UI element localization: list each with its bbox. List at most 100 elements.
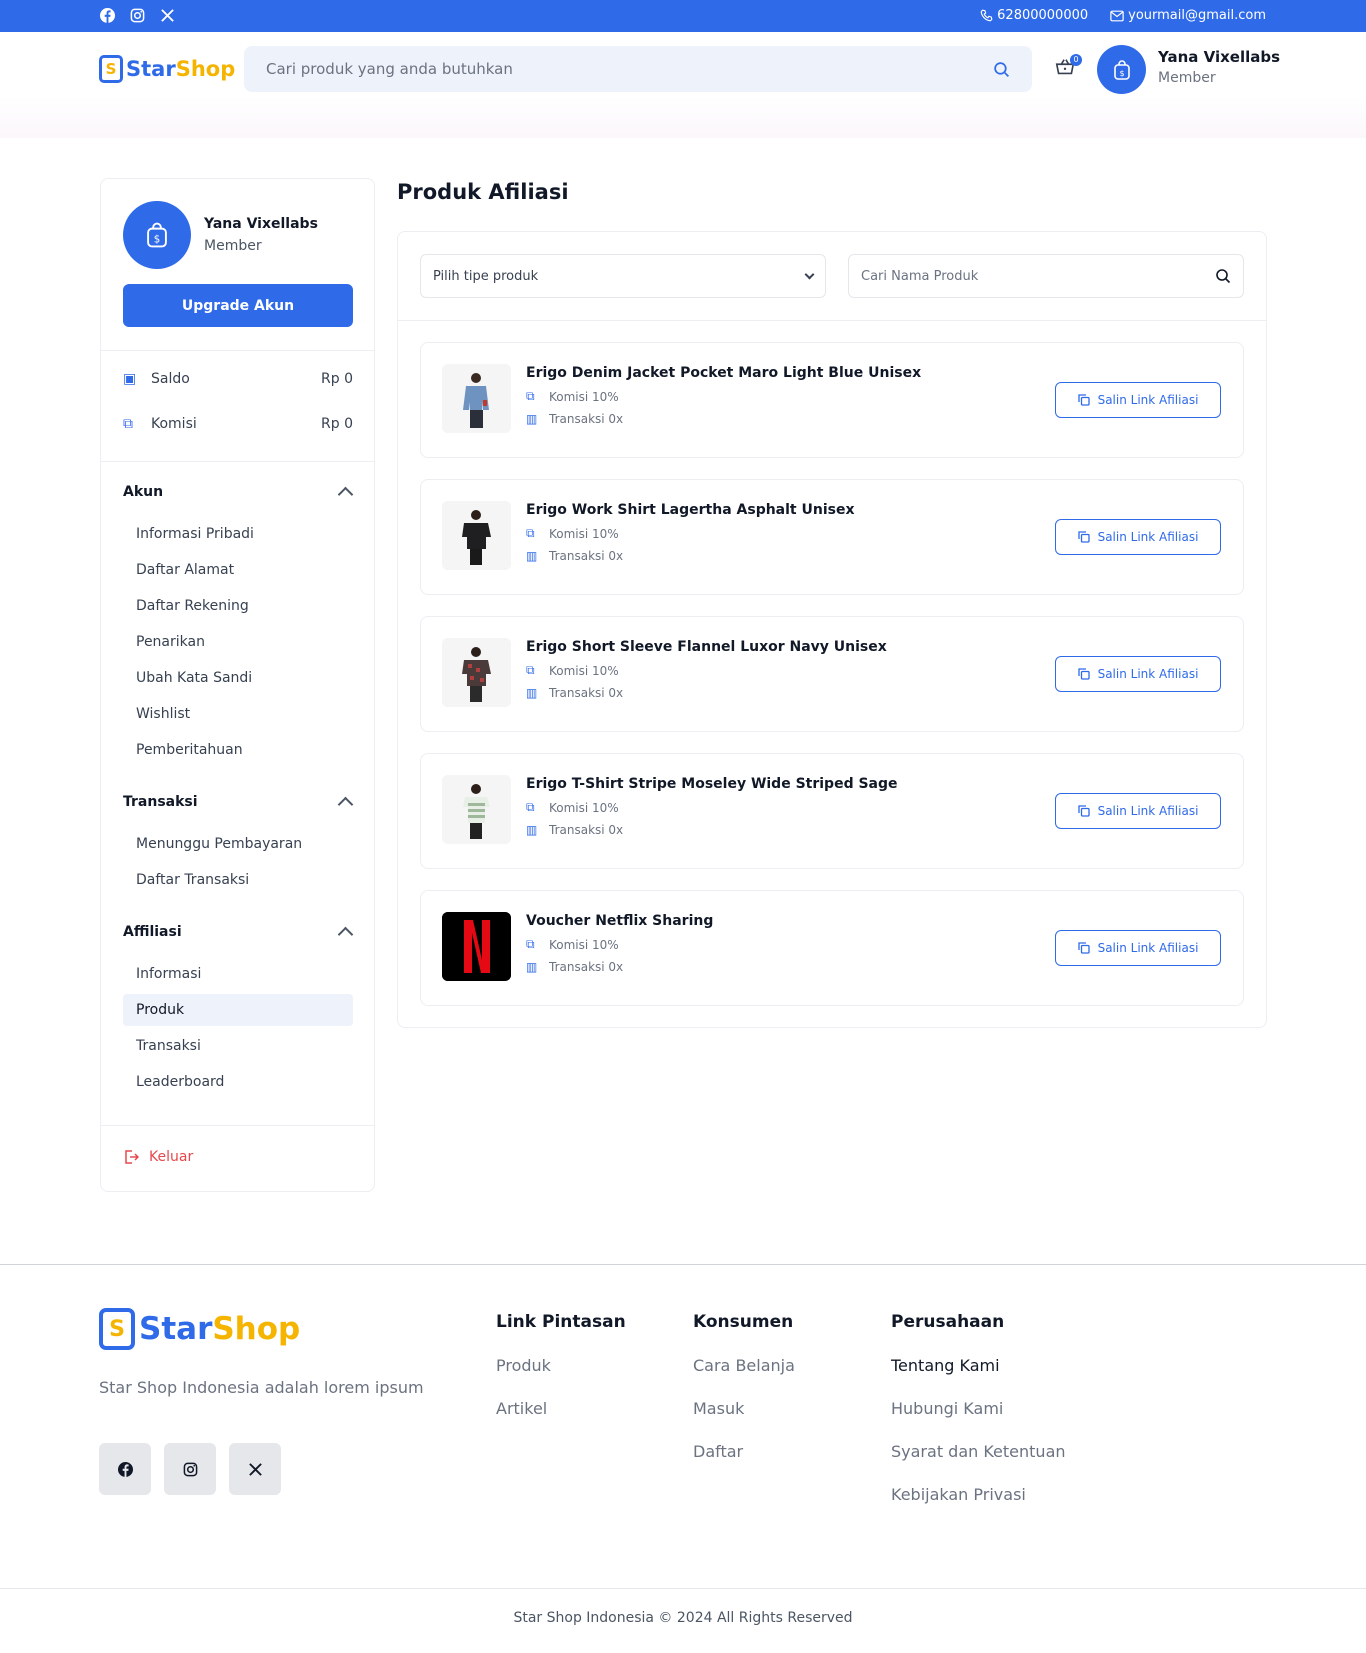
upgrade-account-button[interactable]: Upgrade Akun — [123, 284, 353, 327]
copy-affiliate-link-button[interactable]: Salin Link Afiliasi — [1055, 519, 1221, 555]
product-name-search-input[interactable]: Cari Nama Produk — [848, 254, 1244, 298]
sidebar-item-informasi-pribadi[interactable]: Informasi Pribadi — [123, 518, 353, 550]
sidebar-item-ubah-kata-sandi[interactable]: Ubah Kata Sandi — [123, 662, 353, 694]
shopping-bag-icon: $ — [147, 222, 167, 248]
footer-link-hubungi-kami[interactable]: Hubungi Kami — [891, 1399, 1066, 1442]
sidebar-item-wishlist[interactable]: Wishlist — [123, 698, 353, 730]
product-type-select[interactable]: Pilih tipe produk — [420, 254, 826, 298]
footer-column-title: Konsumen — [693, 1312, 794, 1332]
footer-link-tentang-kami[interactable]: Tentang Kami — [891, 1356, 1066, 1399]
footer-divider — [0, 1264, 1366, 1265]
footer-tagline: Star Shop Indonesia adalah lorem ipsum — [99, 1378, 424, 1397]
saldo-row: ▣ Saldo Rp 0 — [123, 371, 353, 387]
logo-text-shop: Shop — [212, 1311, 301, 1347]
footer-link-kebijakan-privasi[interactable]: Kebijakan Privasi — [891, 1485, 1066, 1528]
footer-link-syarat-dan-ketentuan[interactable]: Syarat dan Ketentuan — [891, 1442, 1066, 1485]
section-akun-title: Akun — [123, 483, 164, 500]
logo-text-star: Star — [139, 1311, 213, 1347]
copy-label: Salin Link Afiliasi — [1097, 941, 1199, 955]
sidebar-item-penarikan[interactable]: Penarikan — [123, 626, 353, 658]
commission-icon: ⧉ — [526, 526, 535, 540]
sidebar-item-daftar-alamat[interactable]: Daftar Alamat — [123, 554, 353, 586]
copy-icon — [1077, 668, 1090, 680]
cart-button[interactable]: 0 — [1054, 54, 1082, 80]
facebook-icon[interactable] — [99, 7, 116, 24]
logo[interactable]: S Star Shop — [99, 55, 235, 83]
product-transactions: ▥ Transaksi 0x — [526, 412, 921, 426]
footer-logo[interactable]: S Star Shop — [99, 1308, 300, 1350]
footer-link-produk[interactable]: Produk — [496, 1356, 626, 1399]
transactions-text: Transaksi 0x — [549, 412, 624, 426]
contact-info: 62800000000 yourmail@gmail.com — [980, 8, 1266, 23]
footer-column-perusahaan: Perusahaan Tentang Kami Hubungi Kami Sya… — [891, 1312, 1066, 1528]
copy-affiliate-link-button[interactable]: Salin Link Afiliasi — [1055, 656, 1221, 692]
search-icon[interactable] — [1215, 268, 1231, 284]
phone-contact[interactable]: 62800000000 — [980, 8, 1088, 23]
chevron-up-icon — [337, 796, 354, 813]
product-image — [442, 638, 511, 707]
section-transaksi-title: Transaksi — [123, 793, 198, 810]
sidebar-user-profile: $ Yana Vixellabs Member — [123, 201, 318, 269]
facebook-icon[interactable] — [99, 1443, 151, 1495]
logout-icon — [125, 1150, 139, 1164]
sidebar-item-daftar-transaksi[interactable]: Daftar Transaksi — [123, 864, 353, 896]
product-name[interactable]: Erigo T-Shirt Stripe Moseley Wide Stripe… — [526, 776, 898, 792]
footer-link-masuk[interactable]: Masuk — [693, 1399, 795, 1442]
x-icon[interactable] — [159, 7, 176, 24]
x-icon[interactable] — [229, 1443, 281, 1495]
copy-affiliate-link-button[interactable]: Salin Link Afiliasi — [1055, 382, 1221, 418]
product-transactions: ▥ Transaksi 0x — [526, 549, 854, 563]
phone-number: 62800000000 — [997, 8, 1089, 23]
section-transaksi-toggle[interactable]: Transaksi — [123, 793, 354, 813]
sidebar-item-transaksi[interactable]: Transaksi — [123, 1030, 353, 1062]
copy-label: Salin Link Afiliasi — [1097, 530, 1199, 544]
commission-icon: ⧉ — [526, 937, 535, 951]
footer-link-cara-belanja[interactable]: Cara Belanja — [693, 1356, 795, 1399]
product-commission: ⧉ Komisi 10% — [526, 937, 713, 952]
logout-label: Keluar — [149, 1149, 194, 1165]
header-user-info[interactable]: Yana Vixellabs Member — [1158, 48, 1280, 86]
section-affiliasi-toggle[interactable]: Affiliasi — [123, 923, 354, 943]
product-name[interactable]: Erigo Work Shirt Lagertha Asphalt Unisex — [526, 502, 854, 518]
header-user-role: Member — [1158, 70, 1216, 86]
product-name[interactable]: Voucher Netflix Sharing — [526, 913, 713, 929]
product-name[interactable]: Erigo Short Sleeve Flannel Luxor Navy Un… — [526, 639, 887, 655]
copy-affiliate-link-button[interactable]: Salin Link Afiliasi — [1055, 930, 1221, 966]
product-info: Erigo Short Sleeve Flannel Luxor Navy Un… — [526, 639, 887, 700]
svg-text:$: $ — [1119, 69, 1124, 78]
logo-text-star: Star — [126, 57, 176, 81]
footer-link-daftar[interactable]: Daftar — [693, 1442, 795, 1485]
copy-affiliate-link-button[interactable]: Salin Link Afiliasi — [1055, 793, 1221, 829]
logout-button[interactable]: Keluar — [123, 1149, 193, 1165]
product-info: Erigo T-Shirt Stripe Moseley Wide Stripe… — [526, 776, 898, 837]
logo-bag-icon: S — [99, 55, 123, 83]
product-transactions: ▥ Transaksi 0x — [526, 823, 898, 837]
divider — [101, 1125, 374, 1126]
sidebar-item-pemberitahuan[interactable]: Pemberitahuan — [123, 734, 353, 766]
instagram-icon[interactable] — [129, 7, 146, 24]
sidebar-item-menunggu-pembayaran[interactable]: Menunggu Pembayaran — [123, 828, 353, 860]
product-name[interactable]: Erigo Denim Jacket Pocket Maro Light Blu… — [526, 365, 921, 381]
instagram-icon[interactable] — [164, 1443, 216, 1495]
product-image — [442, 775, 511, 844]
email-contact[interactable]: yourmail@gmail.com — [1110, 8, 1266, 23]
sidebar-item-daftar-rekening[interactable]: Daftar Rekening — [123, 590, 353, 622]
sidebar-item-leaderboard[interactable]: Leaderboard — [123, 1066, 353, 1098]
avatar[interactable]: $ — [1097, 45, 1146, 94]
product-info: Erigo Denim Jacket Pocket Maro Light Blu… — [526, 365, 921, 426]
sidebar-item-informasi[interactable]: Informasi — [123, 958, 353, 990]
logo-text-shop: Shop — [175, 57, 236, 81]
search-input[interactable]: Cari produk yang anda butuhkan — [244, 46, 1032, 92]
section-akun-toggle[interactable]: Akun — [123, 483, 354, 503]
saldo-label: Saldo — [151, 371, 190, 387]
copyright-text: Star Shop Indonesia © 2024 All Rights Re… — [513, 1610, 853, 1626]
divider — [101, 461, 374, 462]
sidebar-item-produk[interactable]: Produk — [123, 994, 353, 1026]
section-affiliasi-title: Affiliasi — [123, 923, 182, 940]
product-commission: ⧉ Komisi 10% — [526, 389, 921, 404]
footer-column-title: Perusahaan — [891, 1312, 1005, 1332]
commission-text: Komisi 10% — [549, 800, 619, 815]
footer-bottom-divider — [0, 1588, 1366, 1589]
search-icon[interactable] — [993, 61, 1010, 78]
footer-link-artikel[interactable]: Artikel — [496, 1399, 626, 1442]
